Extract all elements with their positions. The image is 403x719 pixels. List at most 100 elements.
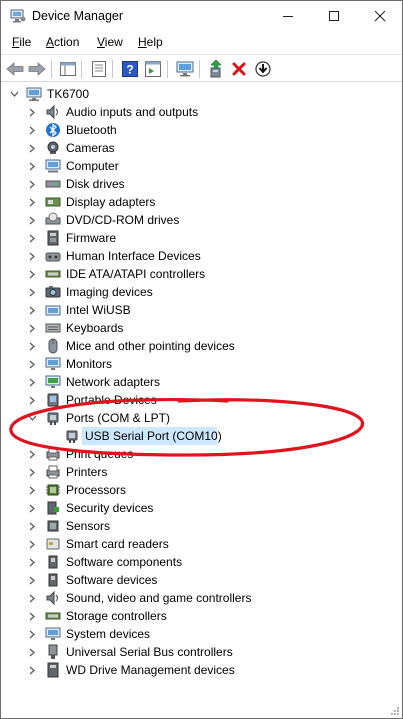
- tree-category-monitors[interactable]: Monitors: [1, 355, 402, 373]
- expand-chevron-icon[interactable]: [27, 160, 37, 172]
- properties-icon[interactable]: [89, 59, 109, 79]
- toolbar: ?: [1, 54, 402, 82]
- software-device-icon: [45, 572, 61, 588]
- expand-chevron-icon[interactable]: [27, 664, 37, 676]
- firmware-icon: [45, 230, 61, 246]
- expand-chevron-icon[interactable]: [27, 214, 37, 226]
- tree-category-printers[interactable]: Printers: [1, 463, 402, 481]
- menu-file[interactable]: File: [12, 35, 31, 49]
- tree-category-label: Software components: [66, 555, 183, 569]
- expand-chevron-icon[interactable]: [27, 502, 37, 514]
- collapse-chevron-icon[interactable]: [9, 88, 19, 100]
- speaker-icon: [45, 104, 61, 120]
- back-icon[interactable]: [5, 59, 25, 79]
- display-adapter-icon: [45, 194, 61, 210]
- tree-category-ide-ata-atapi-controllers[interactable]: IDE ATA/ATAPI controllers: [1, 265, 402, 283]
- expand-chevron-icon[interactable]: [27, 646, 37, 658]
- close-button[interactable]: [358, 1, 402, 31]
- tree-category-label: Universal Serial Bus controllers: [66, 645, 233, 659]
- expand-chevron-icon[interactable]: [27, 610, 37, 622]
- tree-category-computer[interactable]: Computer: [1, 157, 402, 175]
- expand-chevron-icon[interactable]: [27, 178, 37, 190]
- tree-category-display-adapters[interactable]: Display adapters: [1, 193, 402, 211]
- menu-help[interactable]: Help: [138, 35, 163, 49]
- tree-category-firmware[interactable]: Firmware: [1, 229, 402, 247]
- tree-category-audio-inputs-and-outputs[interactable]: Audio inputs and outputs: [1, 103, 402, 121]
- expand-chevron-icon[interactable]: [27, 232, 37, 244]
- tree-category-label: Printers: [66, 465, 108, 479]
- expand-chevron-icon[interactable]: [27, 628, 37, 640]
- menu-action[interactable]: Action: [46, 35, 79, 49]
- tree-category-software-components[interactable]: Software components: [1, 553, 402, 571]
- tree-category-imaging-devices[interactable]: Imaging devices: [1, 283, 402, 301]
- tree-category-sensors[interactable]: Sensors: [1, 517, 402, 535]
- tree-category-label: Display adapters: [66, 195, 156, 209]
- tree-category-label: IDE ATA/ATAPI controllers: [66, 267, 206, 281]
- expand-chevron-icon[interactable]: [27, 322, 37, 334]
- expand-chevron-icon[interactable]: [27, 484, 37, 496]
- network-adapter-icon: [45, 374, 61, 390]
- download-driver-icon[interactable]: [253, 59, 273, 79]
- update-driver-icon[interactable]: [206, 59, 226, 79]
- help-icon[interactable]: ?: [120, 59, 140, 79]
- expand-chevron-icon[interactable]: [27, 124, 37, 136]
- show-hide-console-tree-icon[interactable]: [58, 59, 78, 79]
- tree-category-system-devices[interactable]: System devices: [1, 625, 402, 643]
- expand-chevron-icon[interactable]: [27, 538, 37, 550]
- tree-category-network-adapters[interactable]: Network adapters: [1, 373, 402, 391]
- expand-chevron-icon[interactable]: [27, 142, 37, 154]
- software-component-icon: [45, 554, 61, 570]
- expand-chevron-icon[interactable]: [27, 268, 37, 280]
- tree-category-bluetooth[interactable]: Bluetooth: [1, 121, 402, 139]
- tree-category-dvd-cd-rom-drives[interactable]: DVD/CD-ROM drives: [1, 211, 402, 229]
- expand-chevron-icon[interactable]: [27, 574, 37, 586]
- tree-category-processors[interactable]: Processors: [1, 481, 402, 499]
- tree-category-label: Bluetooth: [66, 123, 117, 137]
- tree-category-sound-video-and-game-controllers[interactable]: Sound, video and game controllers: [1, 589, 402, 607]
- tree-category-software-devices[interactable]: Software devices: [1, 571, 402, 589]
- expand-chevron-icon[interactable]: [27, 592, 37, 604]
- expand-chevron-icon[interactable]: [27, 358, 37, 370]
- expand-chevron-icon[interactable]: [27, 556, 37, 568]
- computer-icon: [45, 158, 61, 174]
- toolbar-separator: [51, 60, 52, 78]
- tree-category-security-devices[interactable]: Security devices: [1, 499, 402, 517]
- resize-grip-icon[interactable]: [390, 706, 400, 716]
- toolbar-separator: [112, 60, 113, 78]
- expand-chevron-icon[interactable]: [27, 304, 37, 316]
- system-device-icon: [45, 626, 61, 642]
- expand-chevron-icon[interactable]: [27, 340, 37, 352]
- maximize-button[interactable]: [312, 1, 356, 31]
- tree-category-label: WD Drive Management devices: [66, 663, 235, 677]
- tree-category-label: Cameras: [66, 141, 115, 155]
- minimize-button[interactable]: [266, 1, 310, 31]
- tree-category-intel-wiusb[interactable]: Intel WiUSB: [1, 301, 402, 319]
- tree-category-disk-drives[interactable]: Disk drives: [1, 175, 402, 193]
- device-manager-app-icon: [10, 9, 26, 23]
- expand-chevron-icon[interactable]: [27, 106, 37, 118]
- tree-category-cameras[interactable]: Cameras: [1, 139, 402, 157]
- menu-view[interactable]: View: [97, 35, 123, 49]
- tree-category-wd-drive-management-devices[interactable]: WD Drive Management devices: [1, 661, 402, 679]
- monitor-icon[interactable]: [175, 59, 195, 79]
- sound-icon: [45, 590, 61, 606]
- tree-category-mice-and-other-pointing-devices[interactable]: Mice and other pointing devices: [1, 337, 402, 355]
- tree-category-smart-card-readers[interactable]: Smart card readers: [1, 535, 402, 553]
- tree-category-keyboards[interactable]: Keyboards: [1, 319, 402, 337]
- tree-category-label: Sensors: [66, 519, 111, 533]
- tree-category-label: Computer: [66, 159, 119, 173]
- tree-category-label: Storage controllers: [66, 609, 167, 623]
- tree-category-storage-controllers[interactable]: Storage controllers: [1, 607, 402, 625]
- expand-chevron-icon[interactable]: [27, 466, 37, 478]
- expand-chevron-icon[interactable]: [27, 196, 37, 208]
- expand-chevron-icon[interactable]: [27, 520, 37, 532]
- tree-category-human-interface-devices[interactable]: Human Interface Devices: [1, 247, 402, 265]
- tree-root[interactable]: TK6700: [1, 85, 402, 103]
- uninstall-icon[interactable]: [229, 59, 249, 79]
- action-pane-icon[interactable]: [143, 59, 163, 79]
- forward-icon[interactable]: [27, 59, 47, 79]
- tree-category-universal-serial-bus-controllers[interactable]: Universal Serial Bus controllers: [1, 643, 402, 661]
- expand-chevron-icon[interactable]: [27, 286, 37, 298]
- expand-chevron-icon[interactable]: [27, 376, 37, 388]
- expand-chevron-icon[interactable]: [27, 250, 37, 262]
